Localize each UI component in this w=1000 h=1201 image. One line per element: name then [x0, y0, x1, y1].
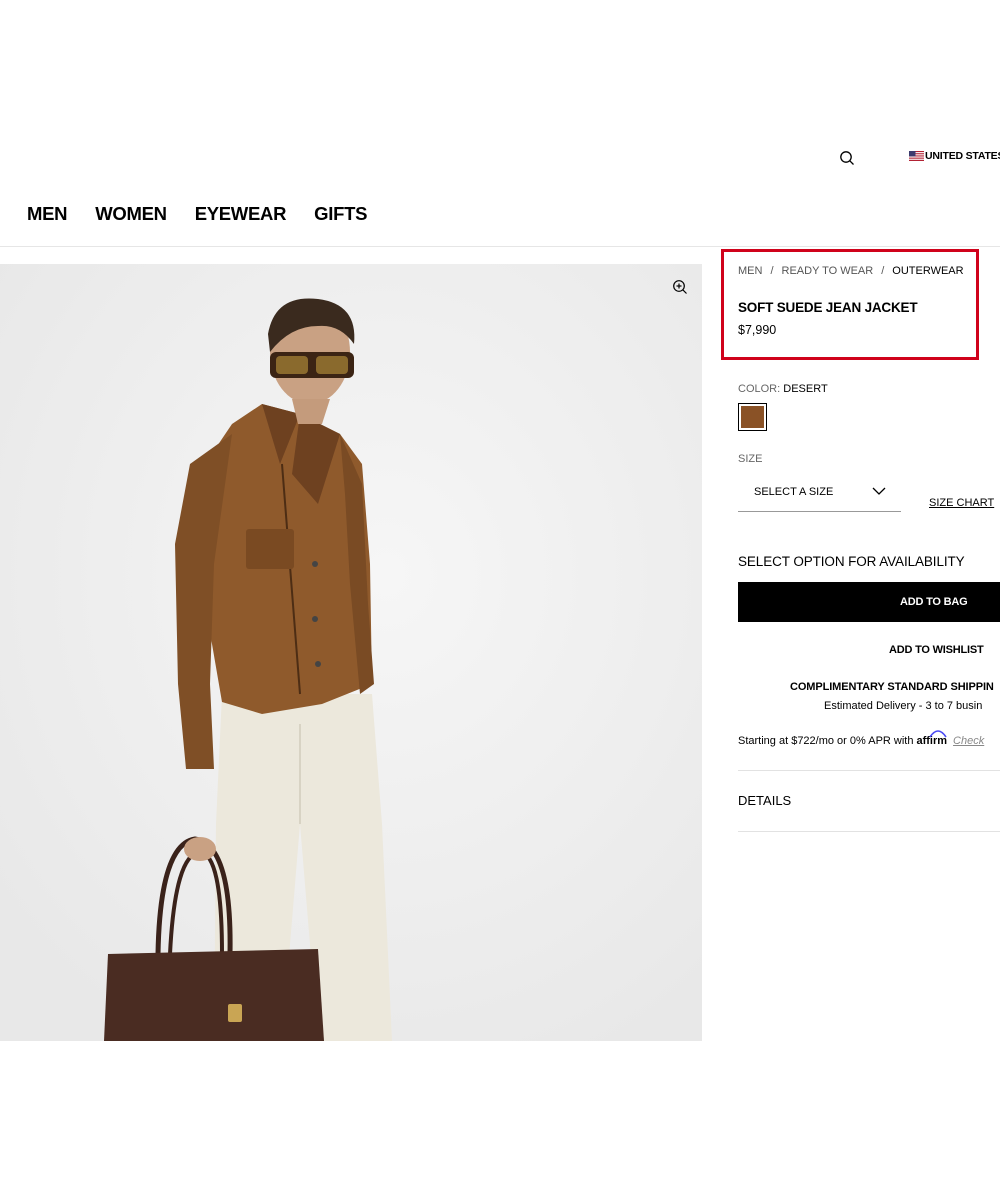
nav-divider [0, 246, 1000, 247]
country-label: UNITED STATES [925, 150, 1000, 162]
nav-item-men[interactable]: MEN [27, 203, 68, 225]
color-swatch-desert[interactable] [738, 403, 767, 431]
delivery-estimate: Estimated Delivery - 3 to 7 busin [824, 700, 983, 712]
zoom-in-icon[interactable] [672, 279, 688, 295]
financing-text: Starting at $722/mo or 0% APR with [738, 735, 914, 747]
us-flag-icon [909, 151, 924, 161]
breadcrumb-separator: / [770, 265, 774, 277]
swatch-fill [741, 406, 764, 428]
country-selector[interactable]: UNITED STATES [909, 149, 1000, 163]
affirm-logo: affirm [916, 730, 948, 747]
color-label: COLOR: [738, 383, 781, 395]
details-accordion[interactable]: DETAILS [738, 793, 791, 808]
availability-message: SELECT OPTION FOR AVAILABILITY [738, 554, 965, 569]
product-image[interactable] [0, 264, 702, 1041]
model-illustration [0, 264, 702, 1041]
financing-message: Starting at $722/mo or 0% APR with affir… [738, 730, 984, 747]
color-row: COLOR: DESERT [738, 383, 828, 395]
add-to-wishlist-link[interactable]: ADD TO WISHLIST [889, 644, 984, 656]
size-select[interactable]: SELECT A SIZE [738, 478, 901, 512]
details-divider-top [738, 770, 1000, 771]
color-value: DESERT [783, 383, 828, 395]
nav-item-women[interactable]: WOMEN [95, 203, 167, 225]
main-nav: MEN WOMEN EYEWEAR GIFTS [27, 203, 395, 225]
add-to-bag-button[interactable]: ADD TO BAG [738, 582, 1000, 622]
nav-item-gifts[interactable]: GIFTS [314, 203, 367, 225]
search-icon[interactable] [839, 150, 855, 166]
size-label: SIZE [738, 453, 763, 465]
shipping-title: COMPLIMENTARY STANDARD SHIPPIN [790, 681, 994, 693]
details-divider-bottom [738, 831, 1000, 832]
affirm-arc-icon [929, 730, 948, 738]
breadcrumb-men[interactable]: MEN [738, 265, 762, 277]
nav-item-eyewear[interactable]: EYEWEAR [195, 203, 287, 225]
product-price: $7,990 [738, 323, 777, 337]
breadcrumb-ready-to-wear[interactable]: READY TO WEAR [782, 265, 874, 277]
breadcrumb-outerwear[interactable]: OUTERWEAR [892, 265, 963, 277]
breadcrumb-separator: / [881, 265, 885, 277]
chevron-down-icon [872, 487, 886, 495]
breadcrumb: MEN / READY TO WEAR / OUTERWEAR [738, 265, 964, 277]
affirm-check-link[interactable]: Check [953, 735, 984, 747]
product-title: SOFT SUEDE JEAN JACKET [738, 300, 918, 315]
size-chart-link[interactable]: SIZE CHART [929, 497, 994, 509]
size-select-value: SELECT A SIZE [754, 486, 834, 498]
